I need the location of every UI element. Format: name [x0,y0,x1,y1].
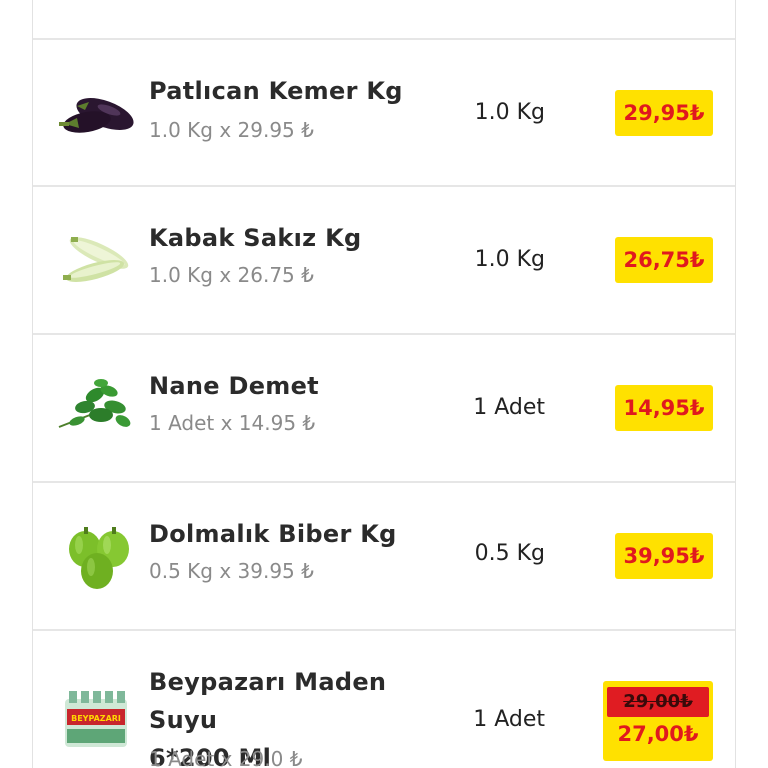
mineral-water-pack-icon: BEYPAZARI [55,681,137,763]
cart-item-row[interactable]: Nane Demet 1 Adet x 14.95 ₺ 1 Adet 14,95… [33,335,735,483]
product-unit-detail: 0.5 Kg x 39.95 ₺ [149,559,314,583]
product-quantity: 1.0 Kg [474,100,545,125]
price-badge: 14,95₺ [615,385,713,431]
cart-item-row[interactable]: Patlıcan Kemer Kg 1.0 Kg x 29.95 ₺ 1.0 K… [33,38,735,187]
zucchini-icon [55,217,137,299]
price-badge: 29,95₺ [615,90,713,136]
product-name: Dolmalık Biber Kg [149,520,397,548]
product-unit-detail: 1.0 Kg x 26.75 ₺ [149,263,314,287]
product-quantity: 1 Adet [473,707,545,732]
mint-icon [55,365,137,447]
discount-price-badge: 29,00₺ 27,00₺ [603,681,713,761]
product-quantity: 0.5 Kg [474,541,545,566]
product-name: Nane Demet [149,372,319,400]
price-badge: 39,95₺ [615,533,713,579]
package-label: BEYPAZARI [71,714,121,723]
cart-item-row[interactable]: Kabak Sakız Kg 1.0 Kg x 26.75 ₺ 1.0 Kg 2… [33,187,735,335]
product-quantity: 1 Adet [473,395,545,420]
product-quantity: 1.0 Kg [474,247,545,272]
old-price: 29,00₺ [607,687,709,717]
product-unit-detail: 1 Adet x 14.95 ₺ [149,411,316,435]
product-unit-detail: 1.0 Kg x 29.95 ₺ [149,118,314,142]
eggplant-icon [55,70,137,152]
cart-item-row[interactable]: BEYPAZARI Beypazarı Maden Suyu 6*200 Ml … [33,631,735,768]
product-name: Patlıcan Kemer Kg [149,77,403,105]
green-pepper-icon [55,517,137,599]
product-name: Kabak Sakız Kg [149,224,362,252]
product-unit-detail: 1 Adet x 29.0 ₺ [149,747,303,768]
cart-item-row[interactable]: Dolmalık Biber Kg 0.5 Kg x 39.95 ₺ 0.5 K… [33,483,735,631]
cart-item-list: Patlıcan Kemer Kg 1.0 Kg x 29.95 ₺ 1.0 K… [32,0,736,768]
cart-item-row-partial[interactable] [33,0,735,40]
product-name-line1: Beypazarı Maden Suyu [149,668,387,734]
discounted-price: 27,00₺ [617,722,699,746]
price-badge: 26,75₺ [615,237,713,283]
